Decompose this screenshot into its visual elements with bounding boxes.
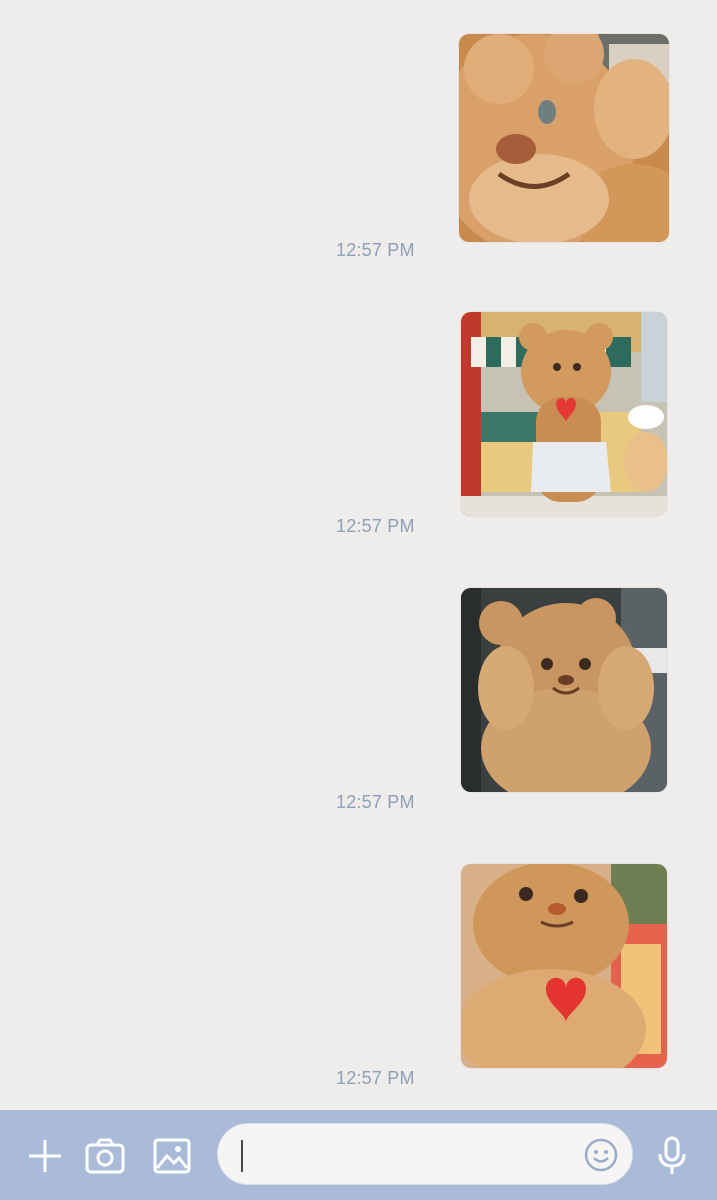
message-input-bar	[0, 1110, 717, 1200]
microphone-icon	[658, 1136, 686, 1174]
message-timestamp: 12:57 PM	[336, 1068, 415, 1088]
photo-message[interactable]	[461, 864, 667, 1068]
teddy-bear-photo	[459, 34, 669, 242]
gallery-button[interactable]	[148, 1132, 196, 1180]
message-timestamp: 12:57 PM	[336, 240, 415, 260]
photo-message[interactable]	[461, 312, 667, 516]
message-timestamp: 12:57 PM	[336, 792, 415, 812]
message-timestamp: 12:57 PM	[336, 516, 415, 536]
teddy-bear-photo	[461, 312, 667, 516]
photo-message[interactable]	[459, 34, 669, 242]
emoji-button[interactable]	[580, 1134, 622, 1176]
emoji-icon	[584, 1138, 618, 1172]
gallery-icon	[153, 1138, 191, 1174]
photo-message[interactable]	[461, 588, 667, 792]
camera-icon	[85, 1138, 125, 1174]
text-caret	[241, 1140, 243, 1172]
camera-button[interactable]	[81, 1132, 129, 1180]
plus-icon	[29, 1140, 61, 1172]
message-text-field[interactable]	[217, 1123, 633, 1185]
plus-button[interactable]	[21, 1132, 69, 1180]
teddy-bear-photo	[461, 588, 667, 792]
chat-message-list[interactable]: 12:57 PM 12:57 PM 12:57 PM 12:57 PM	[0, 0, 717, 1110]
teddy-bear-photo	[461, 864, 667, 1068]
voice-button[interactable]	[648, 1132, 696, 1180]
message-input[interactable]	[240, 1134, 574, 1176]
